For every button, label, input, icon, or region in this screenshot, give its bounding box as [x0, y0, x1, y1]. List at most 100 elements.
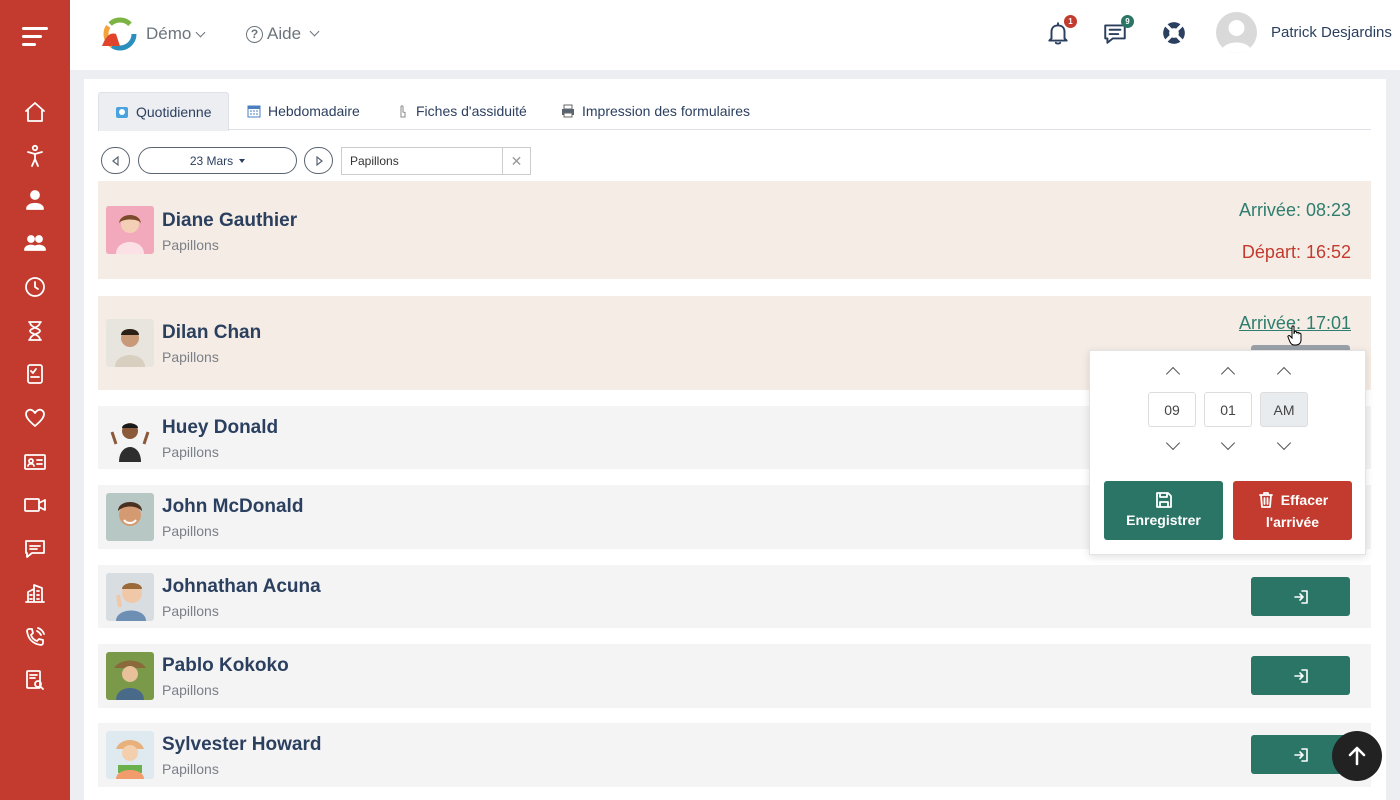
- help-dropdown[interactable]: ? Aide: [246, 24, 320, 44]
- period-toggle[interactable]: AM: [1260, 392, 1308, 427]
- save-label: Enregistrer: [1126, 511, 1201, 528]
- video-icon[interactable]: [21, 491, 49, 519]
- child-name: John McDonald: [162, 496, 304, 517]
- child-group: Papillons: [162, 682, 219, 698]
- child-group: Papillons: [162, 603, 219, 619]
- help-label: Aide: [267, 24, 302, 43]
- child-group: Papillons: [162, 761, 219, 777]
- period-toggle-up-icon[interactable]: [1276, 366, 1292, 382]
- child-photo: [106, 652, 154, 700]
- sign-in-icon: [1293, 589, 1308, 604]
- home-icon[interactable]: [21, 98, 49, 126]
- tab-daily[interactable]: Quotidienne: [98, 92, 229, 131]
- sidebar: [0, 0, 70, 800]
- tab-label: Fiches d'assiduité: [416, 103, 527, 119]
- check-in-button[interactable]: [1251, 577, 1350, 616]
- scroll-to-top-button[interactable]: [1332, 731, 1382, 781]
- tab-weekly[interactable]: Hebdomadaire: [231, 92, 376, 130]
- hour-field[interactable]: 09: [1148, 392, 1196, 427]
- child-row[interactable]: Johnathan Acuna Papillons: [98, 565, 1371, 628]
- help-icon: ?: [246, 25, 263, 43]
- tab-label: Quotidienne: [136, 104, 212, 120]
- support-button[interactable]: [1161, 20, 1191, 50]
- demo-label: Démo: [146, 24, 192, 43]
- child-name: Johnathan Acuna: [162, 576, 321, 597]
- report-icon[interactable]: [21, 666, 49, 694]
- previous-day-button[interactable]: [101, 147, 130, 174]
- user-name[interactable]: Patrick Desjardins: [1271, 24, 1392, 41]
- minute-field[interactable]: 01: [1204, 392, 1252, 427]
- child-name: Sylvester Howard: [162, 734, 322, 755]
- check-in-button[interactable]: [1251, 656, 1350, 695]
- clear-filter-button[interactable]: ✕: [502, 148, 530, 174]
- arrival-time-picker: 09 01 AM Enregistrer Effacer l'arrivée: [1089, 350, 1366, 555]
- sign-in-icon: [1293, 668, 1308, 683]
- next-day-button[interactable]: [304, 147, 333, 174]
- user-avatar[interactable]: [1216, 12, 1257, 53]
- group-filter: ✕: [341, 147, 531, 175]
- clear-arrival-button[interactable]: Effacer l'arrivée: [1233, 481, 1352, 540]
- hour-increment-icon[interactable]: [1165, 366, 1181, 382]
- child-group: Papillons: [162, 444, 219, 460]
- clear-label-line2: l'arrivée: [1265, 513, 1320, 530]
- group-filter-input[interactable]: [342, 148, 502, 174]
- child-group: Papillons: [162, 523, 219, 539]
- chevron-right-icon: [315, 155, 323, 166]
- app-logo-icon[interactable]: [98, 16, 138, 54]
- save-button[interactable]: Enregistrer: [1104, 481, 1223, 540]
- tab-bar: Quotidienne Hebdomadaire Fiches d'assidu…: [98, 92, 1371, 131]
- chevron-down-icon: [309, 26, 320, 36]
- clock-icon[interactable]: [21, 273, 49, 301]
- clear-label-line1: Effacer: [1280, 491, 1329, 508]
- tab-print-forms[interactable]: Impression des formulaires: [545, 92, 766, 130]
- heart-icon[interactable]: [21, 404, 49, 432]
- arrival-time[interactable]: Arrivée: 08:23: [1239, 200, 1351, 221]
- menu-toggle-icon[interactable]: [22, 25, 48, 47]
- top-bar: Démo ? Aide 1 9 Patrick Desjardins: [70, 0, 1400, 70]
- minute-increment-icon[interactable]: [1220, 366, 1236, 382]
- message-badge: 9: [1121, 15, 1134, 28]
- child-row[interactable]: Pablo Kokoko Papillons: [98, 644, 1371, 708]
- date-picker-button[interactable]: 23 Mars: [138, 147, 297, 174]
- tab-label: Hebdomadaire: [268, 103, 360, 119]
- hour-decrement-icon[interactable]: [1165, 435, 1181, 451]
- phone-icon[interactable]: [21, 623, 49, 651]
- minute-decrement-icon[interactable]: [1220, 435, 1236, 451]
- pointer-icon: [400, 105, 406, 118]
- group-icon[interactable]: [21, 229, 49, 257]
- child-row[interactable]: Sylvester Howard Papillons: [98, 723, 1371, 787]
- period-toggle-down-icon[interactable]: [1276, 435, 1292, 451]
- child-photo: [106, 414, 154, 462]
- messages-button[interactable]: 9: [1102, 15, 1134, 50]
- hourglass-icon[interactable]: [21, 317, 49, 345]
- child-row[interactable]: Diane Gauthier Papillons Arrivée: 08:23 …: [98, 181, 1371, 279]
- chevron-left-icon: [111, 155, 119, 166]
- notifications-button[interactable]: 1: [1045, 15, 1077, 50]
- lifebuoy-icon: [1163, 22, 1185, 44]
- checklist-icon[interactable]: [21, 360, 49, 388]
- child-name: Diane Gauthier: [162, 210, 298, 231]
- daily-icon: [116, 107, 128, 118]
- tab-attendance-sheets[interactable]: Fiches d'assiduité: [379, 92, 543, 130]
- demo-dropdown[interactable]: Démo: [146, 24, 206, 44]
- building-icon[interactable]: [21, 579, 49, 607]
- chevron-down-icon: [195, 27, 206, 38]
- date-label: 23 Mars: [189, 153, 234, 168]
- trash-icon: [1258, 491, 1273, 508]
- child-icon[interactable]: [21, 142, 49, 170]
- chat-icon[interactable]: [21, 535, 49, 563]
- save-icon: [1155, 491, 1172, 508]
- printer-icon: [562, 104, 574, 118]
- id-card-icon[interactable]: [21, 448, 49, 476]
- child-photo: [106, 731, 154, 779]
- staff-icon[interactable]: [21, 186, 49, 214]
- close-icon: ✕: [510, 152, 523, 169]
- child-name: Huey Donald: [162, 417, 279, 438]
- notification-badge: 1: [1064, 15, 1077, 28]
- child-photo: [106, 319, 154, 367]
- child-name: Pablo Kokoko: [162, 655, 289, 676]
- sign-in-icon: [1293, 747, 1308, 762]
- departure-time[interactable]: Départ: 16:52: [1242, 242, 1351, 263]
- child-photo: [106, 493, 154, 541]
- calendar-icon: [247, 105, 261, 118]
